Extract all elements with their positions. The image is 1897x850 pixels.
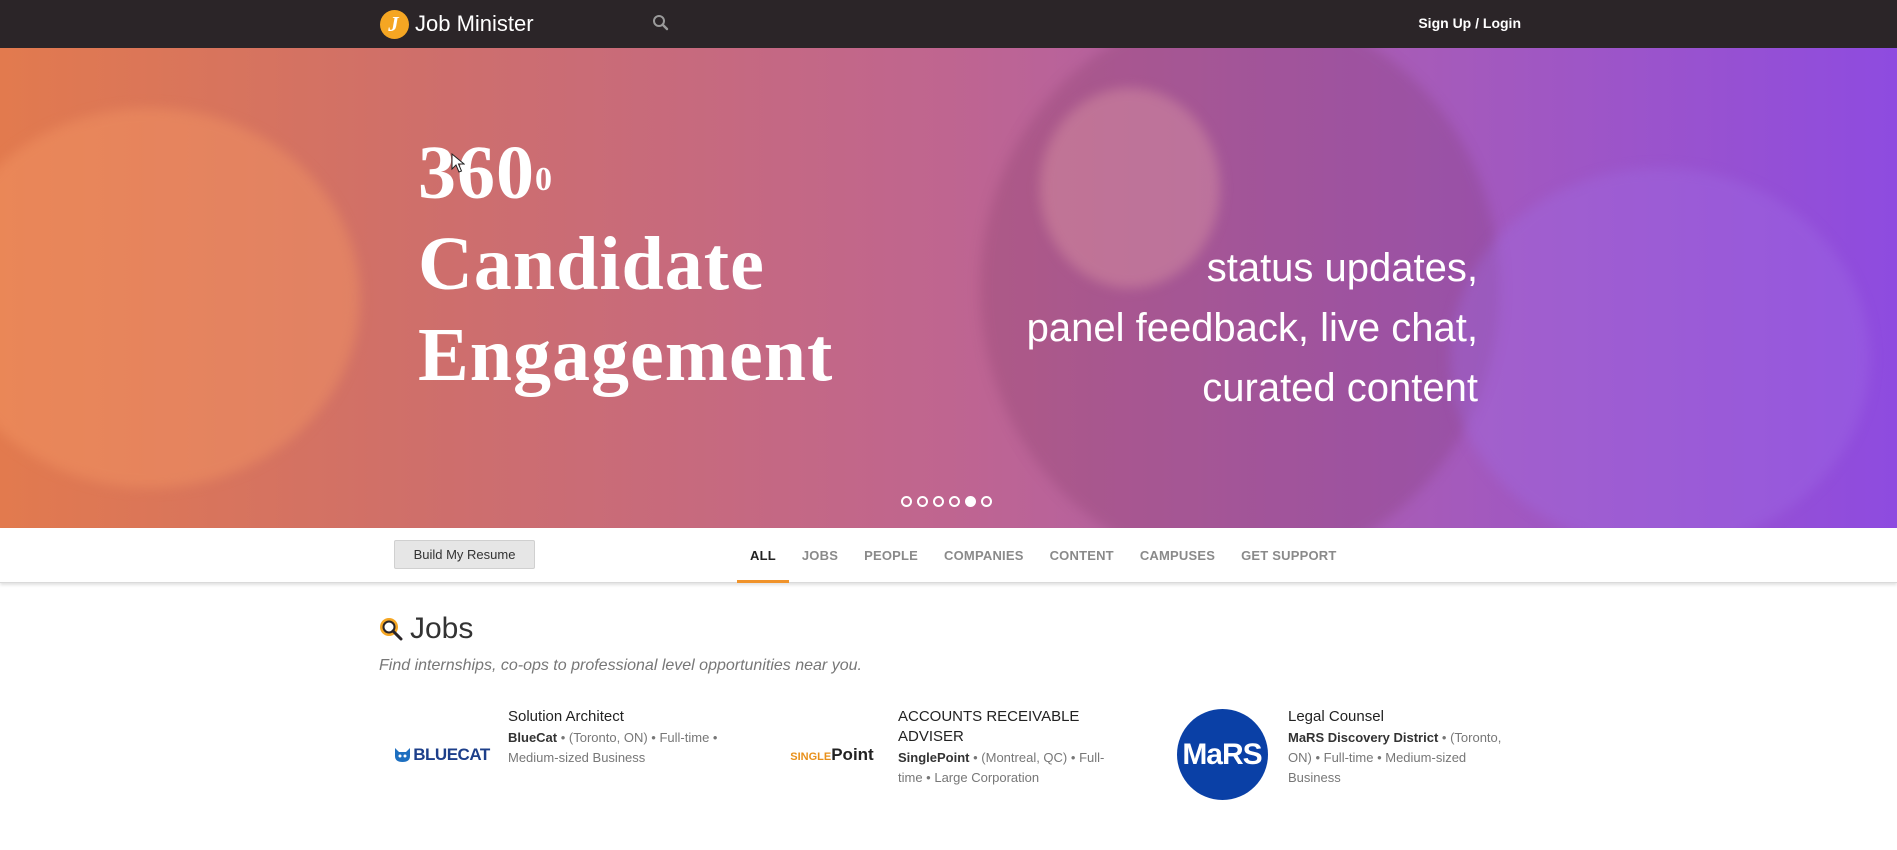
hero-tagline-line1: status updates, [1206,246,1478,290]
job-title[interactable]: Legal Counsel [1288,707,1508,727]
tab-companies[interactable]: COMPANIES [931,528,1037,583]
job-meta: MaRS Discovery District • (Toronto, ON) … [1288,728,1508,788]
meta-separator: • [1070,750,1080,765]
tab-campuses[interactable]: CAMPUSES [1127,528,1228,583]
build-my-resume-button[interactable]: Build My Resume [394,540,535,569]
bluecat-cat-icon [395,748,411,762]
job-info: Solution Architect BlueCat • (Toronto, O… [508,707,728,768]
hero-background-shape [1450,168,1870,528]
top-navbar: J Job Minister Sign Up / Login [0,0,1897,48]
job-meta: BlueCat • (Toronto, ON) • Full-time • Me… [508,728,728,768]
tab-all[interactable]: ALL [737,528,789,583]
singlepoint-logo-big: Point [831,744,874,764]
job-title[interactable]: Solution Architect [508,707,728,727]
jobs-section-title: Jobs [410,612,474,645]
mouse-cursor-icon [451,152,466,178]
brand-letter: J [388,11,399,36]
hero-background-shape [0,108,360,488]
job-info: Legal Counsel MaRS Discovery District • … [1288,707,1508,788]
job-company: SinglePoint [898,750,970,765]
job-search-icon [378,616,404,642]
tab-get-support[interactable]: GET SUPPORT [1228,528,1349,583]
jobs-section-header: Jobs [378,612,473,646]
search-icon[interactable] [651,13,671,33]
jobs-section-subtitle: Find internships, co-ops to professional… [379,657,862,674]
hero-tagline: status updates, panel feedback, live cha… [1027,238,1478,418]
company-logo-singlepoint[interactable]: SINGLE Point [772,707,892,802]
job-company: MaRS Discovery District [1288,730,1439,745]
hero-tagline-line3: curated content [1202,366,1478,410]
carousel-dot-6[interactable] [981,496,992,507]
company-logo-bluecat[interactable]: BLUECAT [382,707,502,802]
hero-title: 3600 Candidate Engagement [418,128,833,401]
job-minister-logo-icon: J [380,9,409,39]
tab-people[interactable]: PEOPLE [851,528,931,583]
carousel-dot-5[interactable] [965,496,976,507]
hero-carousel: 3600 Candidate Engagement status updates… [0,48,1897,528]
meta-separator: • [1315,750,1324,765]
category-tabs: ALL JOBS PEOPLE COMPANIES CONTENT CAMPUS… [737,528,1350,583]
hero-title-line3: Engagement [418,313,834,397]
job-location: (Toronto, ON) [568,730,648,745]
bluecat-logo-text: BLUECAT [413,744,490,764]
carousel-dot-1[interactable] [901,496,912,507]
meta-separator: • [1441,730,1451,745]
job-card[interactable]: MaRS Legal Counsel MaRS Discovery Distri… [1162,707,1552,802]
job-title[interactable]: ACCOUNTS RECEIVABLE ADVISER [898,707,1118,747]
job-location: (Montreal, QC) [981,750,1068,765]
job-info: ACCOUNTS RECEIVABLE ADVISER SinglePoint … [898,707,1118,788]
tab-content[interactable]: CONTENT [1037,528,1127,583]
signup-login-link[interactable]: Sign Up / Login [1418,15,1521,31]
tab-jobs[interactable]: JOBS [789,528,851,583]
hero-title-line1: 360 [418,131,535,215]
job-card[interactable]: SINGLE Point ACCOUNTS RECEIVABLE ADVISER… [772,707,1162,802]
job-meta: SinglePoint • (Montreal, QC) • Full-time… [898,748,1118,788]
brand-name: Job Minister [415,11,534,36]
hero-tagline-line2: panel feedback, live chat, [1026,306,1478,350]
job-card[interactable]: BLUECAT Solution Architect BlueCat • (To… [382,707,772,802]
hero-title-degree: 0 [535,161,553,198]
brand-logo-link[interactable]: J Job Minister [380,9,534,39]
hero-title-line2: Candidate [418,222,765,306]
singlepoint-logo-small: SINGLE [790,750,832,763]
carousel-dot-4[interactable] [949,496,960,507]
mars-logo-text: MaRS [1182,737,1262,771]
company-logo-mars[interactable]: MaRS [1162,707,1282,802]
filter-bar: Build My Resume ALL JOBS PEOPLE COMPANIE… [0,528,1897,583]
meta-separator: • [560,730,569,745]
carousel-dot-2[interactable] [917,496,928,507]
job-company: BlueCat [508,730,558,745]
carousel-pagination [901,496,992,507]
carousel-dot-3[interactable] [933,496,944,507]
